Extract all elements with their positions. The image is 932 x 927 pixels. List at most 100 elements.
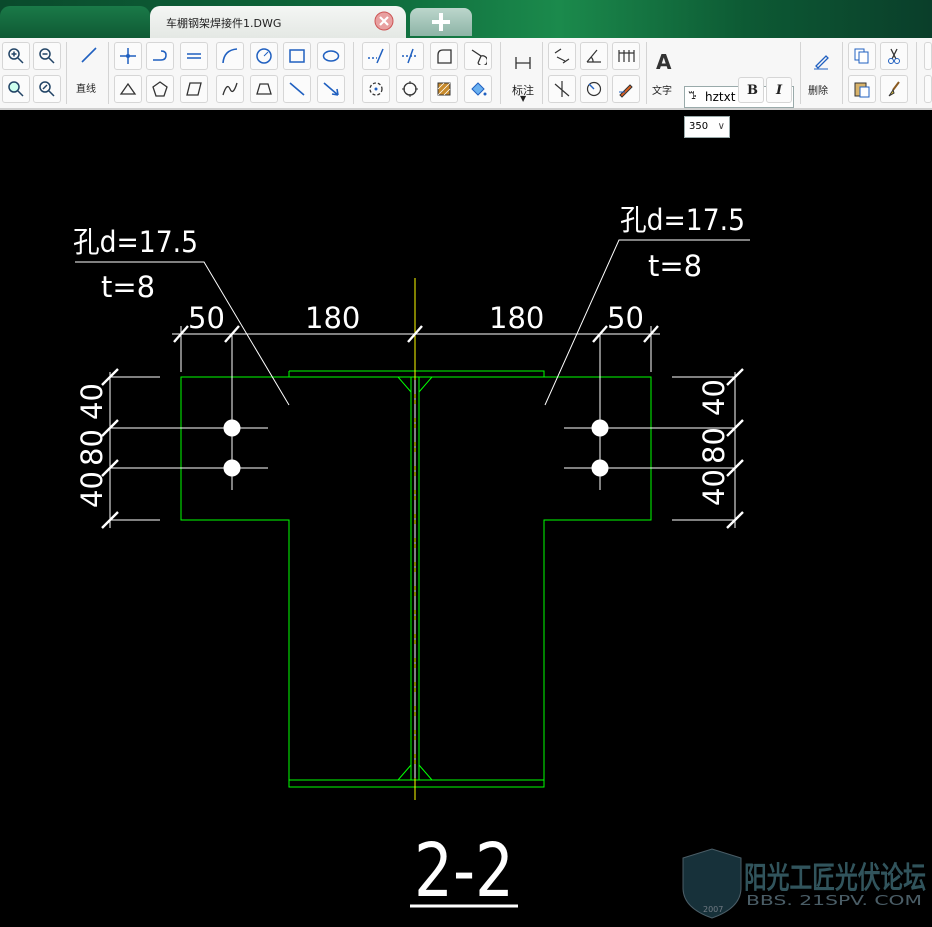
arrow-line-button[interactable] (317, 75, 345, 103)
rotate-icon (369, 82, 383, 96)
italic-button[interactable]: I (766, 77, 792, 103)
leader-button[interactable] (548, 75, 576, 103)
chamfer-button[interactable] (464, 42, 492, 70)
watermark-title: 阳光工匠光伏论坛 (744, 861, 926, 896)
line-icon (81, 47, 97, 63)
erase-button[interactable] (808, 48, 836, 76)
rotate-button[interactable] (362, 75, 390, 103)
trapezoid-icon (256, 83, 272, 95)
spline-icon (222, 82, 238, 96)
zoom-out-button[interactable] (33, 42, 61, 70)
dim-40-right-bottom: 40 (697, 469, 731, 506)
bold-button[interactable]: B (738, 77, 764, 103)
trim-icon (402, 48, 418, 64)
paste-button[interactable] (848, 75, 876, 103)
font-value: hztxt (705, 90, 736, 104)
hatch-button[interactable] (430, 75, 458, 103)
circle-button[interactable] (250, 42, 278, 70)
text-label: 文字 (652, 86, 672, 97)
fillet-icon (437, 49, 452, 64)
aligned-dim-button[interactable] (548, 42, 576, 70)
extend-button[interactable] (362, 42, 390, 70)
angular-dim-button[interactable] (580, 42, 608, 70)
pencil-icon (619, 84, 633, 98)
overflow-button[interactable] (924, 75, 932, 103)
close-icon[interactable] (374, 11, 394, 31)
dim-50-right: 50 (607, 301, 644, 335)
arrow-icon (323, 82, 339, 96)
watermark-url: BBS. 21SPV. COM (746, 894, 922, 909)
bold-label: B (747, 83, 758, 98)
point-button[interactable] (114, 42, 142, 70)
plus-icon (432, 13, 450, 31)
new-tab-button[interactable] (410, 8, 472, 36)
copy-icon (854, 48, 869, 64)
aligned-dimension-icon (554, 48, 570, 64)
multiline-button[interactable] (180, 42, 208, 70)
brush-icon (888, 81, 900, 97)
ray-button[interactable] (283, 75, 311, 103)
rectangle-button[interactable] (283, 42, 311, 70)
watermark-year: 2007 (703, 905, 723, 914)
dimension-text: 孔d=17.5 t=8 孔d=17.5 t=8 50 180 180 50 40… (73, 203, 745, 508)
arc-button[interactable] (216, 42, 244, 70)
spline-button[interactable] (216, 75, 244, 103)
trim-button[interactable] (396, 42, 424, 70)
tab-inactive[interactable] (0, 6, 150, 38)
radius-dim-button[interactable] (580, 75, 608, 103)
trapezoid-button[interactable] (250, 75, 278, 103)
continuous-dimension-icon (618, 50, 635, 62)
cut-button[interactable] (880, 42, 908, 70)
offset-icon (402, 81, 418, 97)
text-icon[interactable]: A (656, 50, 671, 74)
triangle-button[interactable] (114, 75, 142, 103)
diagonal-line-icon (289, 82, 305, 96)
ellipse-button[interactable] (317, 42, 345, 70)
overflow-button[interactable] (924, 42, 932, 70)
dim-80-right: 80 (697, 427, 731, 464)
triangle-icon (119, 82, 137, 95)
extend-icon (368, 48, 384, 64)
watermark: 2007 阳光工匠光伏论坛 BBS. 21SPV. COM (682, 848, 926, 919)
angle-icon (586, 49, 601, 63)
offset-button[interactable] (396, 75, 424, 103)
bolt-hole (591, 419, 609, 437)
fillet-button[interactable] (430, 42, 458, 70)
zoom-window-icon (8, 81, 24, 97)
dim-40-left-bottom: 40 (75, 471, 109, 508)
dim-50-left: 50 (188, 301, 225, 335)
tab-drawing[interactable]: 车棚钢架焊接件1.DWG (150, 6, 406, 38)
pentagon-icon (152, 81, 168, 97)
zoom-realtime-button[interactable] (33, 75, 61, 103)
thickness-note-right: t=8 (648, 249, 702, 283)
dimension-icon (515, 57, 531, 69)
polygon-button[interactable] (146, 75, 174, 103)
hole-note-right: 孔d=17.5 (620, 203, 745, 237)
font-icon: ꔤ (688, 89, 697, 102)
chamfer-icon (471, 49, 487, 65)
chevron-down-icon[interactable]: ▼ (520, 94, 526, 103)
match-properties-button[interactable] (880, 75, 908, 103)
line-button[interactable] (76, 42, 104, 70)
dim-40-right-top: 40 (697, 379, 731, 416)
crosshair-icon (120, 48, 136, 64)
zoom-window-button[interactable] (2, 75, 30, 103)
dimension-button[interactable] (510, 50, 538, 78)
paint-bucket-icon (471, 82, 487, 96)
polyline-button[interactable] (146, 42, 174, 70)
section-label: 2-2 (414, 828, 514, 914)
leader-icon (554, 81, 570, 97)
parallelogram-button[interactable] (180, 75, 208, 103)
drawing-canvas[interactable]: 孔d=17.5 t=8 孔d=17.5 t=8 50 180 180 50 40… (0, 108, 932, 927)
top-flange (288, 370, 545, 377)
continuous-dim-button[interactable] (612, 42, 640, 70)
zoom-in-button[interactable] (2, 42, 30, 70)
edit-dim-button[interactable] (612, 75, 640, 103)
scissors-icon (888, 48, 900, 64)
dim-180-right: 180 (489, 301, 544, 335)
dimension-lines (75, 239, 750, 529)
delete-label: 删除 (808, 86, 828, 97)
fill-button[interactable] (464, 75, 492, 103)
line-label: 直线 (76, 84, 96, 95)
copy-button[interactable] (848, 42, 876, 70)
